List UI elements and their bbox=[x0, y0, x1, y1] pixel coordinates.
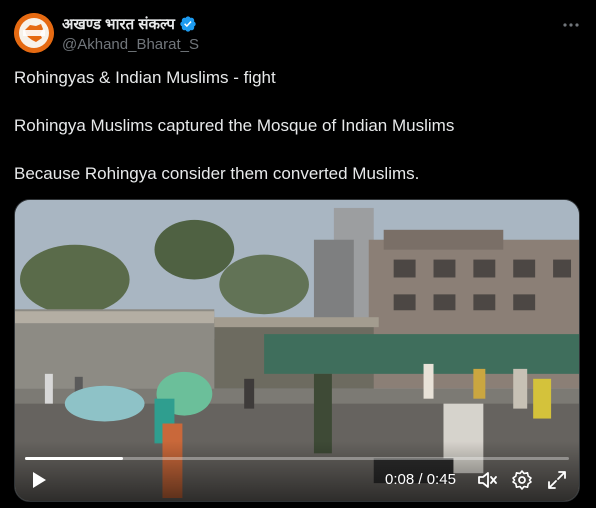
video-progress-bar[interactable] bbox=[25, 457, 569, 460]
tweet-line: Rohingya Muslims captured the Mosque of … bbox=[14, 116, 455, 135]
duration: 0:45 bbox=[426, 471, 456, 488]
video-controls: 0:08 / 0:45 bbox=[15, 441, 579, 501]
more-horizontal-icon[interactable] bbox=[560, 15, 582, 35]
avatar-logo-icon bbox=[14, 13, 54, 53]
play-icon[interactable] bbox=[27, 469, 49, 491]
tweet-header: अखण्ड भारत संकल्प @Akhand_Bharat_S bbox=[14, 13, 582, 55]
video-player[interactable]: 0:08 / 0:45 bbox=[14, 199, 580, 502]
author-avatar[interactable] bbox=[14, 13, 54, 53]
author-display-name[interactable]: अखण्ड भारत संकल्प bbox=[62, 14, 175, 34]
video-progress-fill bbox=[25, 457, 123, 460]
current-time: 0:08 bbox=[385, 471, 415, 488]
fullscreen-expand-icon[interactable] bbox=[546, 469, 568, 491]
author-names: अखण्ड भारत संकल्प @Akhand_Bharat_S bbox=[62, 14, 199, 53]
muted-speaker-icon[interactable] bbox=[476, 469, 498, 491]
tweet-line: Rohingyas & Indian Muslims - fight bbox=[14, 68, 276, 87]
settings-gear-icon[interactable] bbox=[511, 469, 533, 491]
video-time: 0:08 / 0:45 bbox=[385, 471, 456, 488]
time-separator: / bbox=[414, 471, 427, 488]
author-handle[interactable]: @Akhand_Bharat_S bbox=[62, 36, 199, 53]
tweet-line: Because Rohingya consider them converted… bbox=[14, 164, 420, 183]
tweet-text: Rohingyas & Indian Muslims - fight Rohin… bbox=[14, 66, 580, 186]
verified-badge-icon bbox=[179, 15, 197, 33]
